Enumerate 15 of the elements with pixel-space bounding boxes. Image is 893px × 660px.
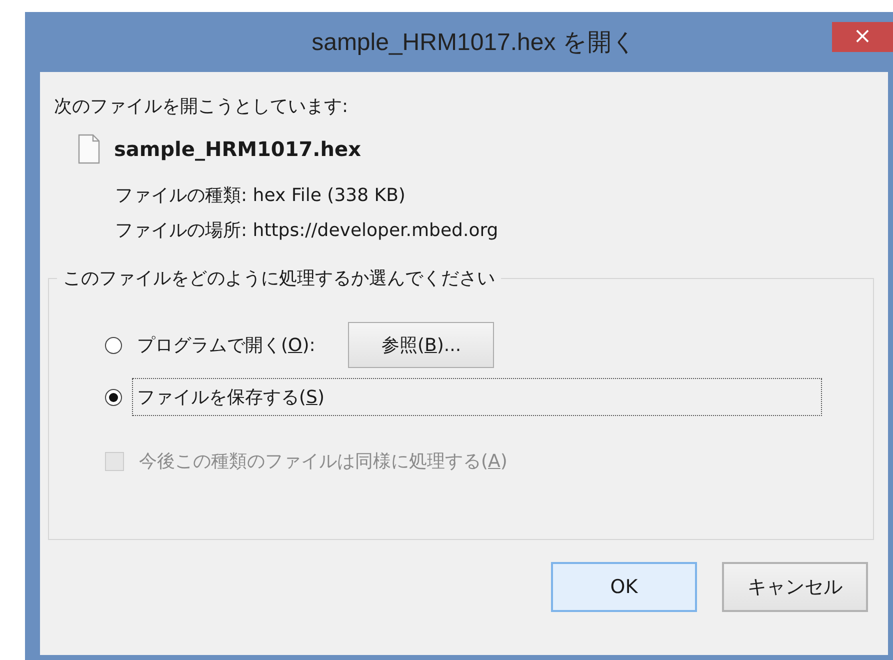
radio-button[interactable]: [105, 336, 122, 354]
radio-button[interactable]: [105, 388, 122, 406]
file-name: sample_HRM1017.hex: [114, 137, 361, 161]
ok-button[interactable]: OK: [551, 562, 697, 612]
file-detail: ファイルの種類: hex File (338 KB): [115, 184, 406, 208]
file-detail: ファイルの場所: https://developer.mbed.org: [115, 219, 500, 243]
group-legend: このファイルをどのように処理するか選んでください: [57, 266, 501, 290]
option-label[interactable]: プログラムで開く(O):: [132, 326, 320, 364]
file-icon: [78, 134, 100, 164]
intro-text: 次のファイルを開こうとしています:: [54, 95, 350, 118]
window-title: sample_HRM1017.hex を開く: [312, 28, 636, 58]
close-button[interactable]: ×: [832, 22, 893, 52]
browse-button[interactable]: 参照(B)...: [348, 322, 494, 368]
option-label[interactable]: ファイルを保存する(S): [132, 378, 822, 416]
cancel-button[interactable]: キャンセル: [722, 562, 868, 612]
